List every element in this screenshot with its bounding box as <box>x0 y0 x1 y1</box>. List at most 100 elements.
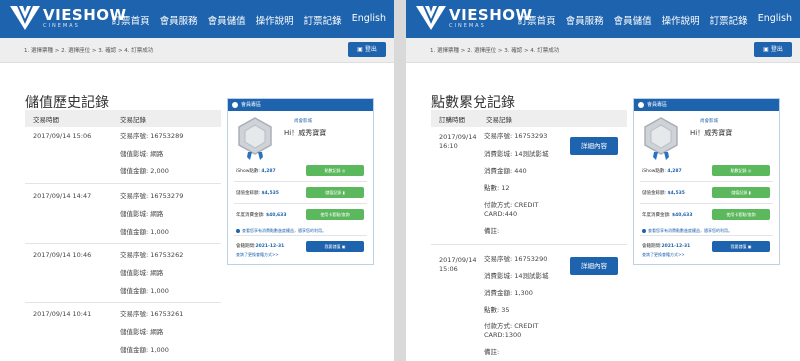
column-header-record: 交易記錄 <box>486 116 512 124</box>
nav-english[interactable]: English <box>352 13 386 27</box>
member-icon <box>638 102 644 108</box>
annual-button[interactable]: 使用卡套點/查詢 <box>712 209 770 220</box>
balance-record-button[interactable]: 儲值記錄 ▮ <box>306 187 364 198</box>
nav-order-records[interactable]: 訂票記錄 <box>304 13 342 27</box>
card-note: 查看您享有消費點數進度權益，隨享您的利用。 <box>236 228 326 234</box>
points-value: 4,287 <box>667 169 682 174</box>
expiry-label: 會籍期間: <box>642 244 662 249</box>
note-text: 查看您享有消費點數進度權益，隨享您的利用。 <box>242 228 326 233</box>
logout-button[interactable]: ▣ 登出 <box>348 42 386 57</box>
nav-member-service[interactable]: 會員服務 <box>160 13 198 27</box>
balance-value: $4,535 <box>261 191 279 196</box>
row-points: 點數: 12 <box>484 184 510 192</box>
lock-icon: ▣ <box>763 46 769 53</box>
points-value: 4,287 <box>261 169 276 174</box>
row-serial: 交易序號: 16753262 <box>120 251 184 259</box>
row-time: 2017/09/14 15:06 <box>33 132 92 140</box>
row-location: 儲值影城: 網路 <box>120 269 164 277</box>
logo-mark-icon <box>10 6 40 30</box>
info-icon <box>642 229 646 233</box>
table-header: 訂購時間 交易記錄 <box>431 110 627 127</box>
points-record-button[interactable]: 點數記錄 ◎ <box>306 165 364 176</box>
member-card-header: 會員專區 <box>634 99 779 111</box>
nav-english[interactable]: English <box>758 13 792 27</box>
detail-button[interactable]: 詳細內容 <box>570 137 618 155</box>
row-location: 儲值影城: 網路 <box>120 150 164 158</box>
row-amount: 儲值金額: 2,000 <box>120 167 169 175</box>
nav-ticket-home[interactable]: 訂票首頁 <box>112 13 150 27</box>
main-nav: 訂票首頁 會員服務 會員儲值 操作說明 訂票記錄 English <box>508 13 792 27</box>
renew-button[interactable]: 我要儲值 ▣ <box>712 241 770 252</box>
row-time: 2017/09/14 10:46 <box>33 251 92 259</box>
member-greeting: Hi！威秀寶寶 <box>690 129 733 137</box>
breadcrumb: 1. 選擇票種 > 2. 選擇座位 > 3. 確認 > 4. 訂票成功 <box>430 48 560 54</box>
nav-guide[interactable]: 操作說明 <box>662 13 700 27</box>
nav-member-topup[interactable]: 會員儲值 <box>614 13 652 27</box>
balance-record-button[interactable]: 儲值記錄 ▮ <box>712 187 770 198</box>
membership-link[interactable]: 查詢了更換會籍方式>> <box>236 252 279 258</box>
renew-button[interactable]: 我要儲值 ▣ <box>306 241 364 252</box>
row-time: 16:10 <box>439 142 458 150</box>
member-card: 會員專區 尚會影城 Hi！威秀寶寶 iShow點數: 4,287 點數記錄 ◎ … <box>227 98 374 265</box>
logout-button[interactable]: ▣ 登出 <box>754 42 792 57</box>
row-payment-detail: CARD:440 <box>484 210 518 218</box>
main-nav: 訂票首頁 會員服務 會員儲值 操作說明 訂票記錄 English <box>102 13 386 27</box>
balance-label: 儲值金餘額: <box>236 191 261 196</box>
nav-ticket-home[interactable]: 訂票首頁 <box>518 13 556 27</box>
card-divider <box>234 181 367 182</box>
row-divider <box>25 302 221 303</box>
row-amount: 消費金額: 440 <box>484 167 527 175</box>
note-text: 查看您享有消費點數進度權益，隨享您的利用。 <box>648 228 732 233</box>
row-location: 儲值影城: 網路 <box>120 328 164 336</box>
member-badge-icon <box>644 117 678 160</box>
row-divider <box>431 244 627 245</box>
row-serial: 交易序號: 16753290 <box>484 255 548 263</box>
annual-button[interactable]: 使用卡套點/查詢 <box>306 209 364 220</box>
row-location: 儲值影城: 網路 <box>120 210 164 218</box>
nav-member-topup[interactable]: 會員儲值 <box>208 13 246 27</box>
row-amount: 儲值金額: 1,000 <box>120 228 169 236</box>
member-greeting: Hi！威秀寶寶 <box>284 129 327 137</box>
membership-link[interactable]: 查詢了更換會籍方式>> <box>642 252 685 258</box>
right-pane: VIESHOW CINEMAS 訂票首頁 會員服務 會員儲值 操作說明 訂票記錄… <box>406 0 800 361</box>
points-row: iShow點數: 4,287 <box>236 168 276 174</box>
row-time: 2017/09/14 10:41 <box>33 310 92 318</box>
annual-label: 年度消費金額: <box>642 213 671 218</box>
expiry-value: 2021-12-31 <box>255 244 285 249</box>
nav-guide[interactable]: 操作說明 <box>256 13 294 27</box>
card-divider <box>640 235 773 236</box>
column-header-time: 交易時間 <box>33 116 59 124</box>
balance-row: 儲值金餘額: $4,535 <box>642 190 685 196</box>
member-card-header: 會員專區 <box>228 99 373 111</box>
nav-member-service[interactable]: 會員服務 <box>566 13 604 27</box>
logout-label: 登出 <box>364 46 377 53</box>
row-serial: 交易序號: 16753289 <box>120 132 184 140</box>
nav-order-records[interactable]: 訂票記錄 <box>710 13 748 27</box>
column-header-record: 交易記錄 <box>120 116 146 124</box>
member-badge-icon <box>238 117 272 160</box>
step-bar: 1. 選擇票種 > 2. 選擇座位 > 3. 確認 > 4. 訂票成功 ▣ 登出 <box>406 38 800 63</box>
breadcrumb: 1. 選擇票種 > 2. 選擇座位 > 3. 確認 > 4. 訂票成功 <box>24 48 154 54</box>
annual-value: $40,633 <box>265 213 287 218</box>
points-record-button[interactable]: 點數記錄 ◎ <box>712 165 770 176</box>
row-amount: 消費金額: 1,300 <box>484 289 533 297</box>
member-type: 尚會影城 <box>700 119 718 124</box>
table-header: 交易時間 交易記錄 <box>25 110 221 127</box>
balance-label: 儲值金餘額: <box>642 191 667 196</box>
row-date: 2017/09/14 <box>439 133 477 141</box>
member-card-title: 會員專區 <box>241 102 262 108</box>
row-location: 消費影城: 14測試影城 <box>484 272 549 280</box>
lock-icon: ▣ <box>357 46 363 53</box>
row-location: 消費影城: 14測試影城 <box>484 150 549 158</box>
member-card: 會員專區 尚會影城 Hi！威秀寶寶 iShow點數: 4,287 點數記錄 ◎ … <box>633 98 780 265</box>
row-payment: 付款方式: CREDIT <box>484 201 539 209</box>
row-date: 2017/09/14 <box>439 256 477 264</box>
row-serial: 交易序號: 16753293 <box>484 132 548 140</box>
expiry-value: 2021-12-31 <box>661 244 691 249</box>
row-time: 15:06 <box>439 265 458 273</box>
info-icon <box>236 229 240 233</box>
row-amount: 儲值金額: 1,000 <box>120 287 169 295</box>
detail-button[interactable]: 詳細內容 <box>570 257 618 275</box>
row-divider <box>25 183 221 184</box>
row-remark: 備註: <box>484 227 500 235</box>
